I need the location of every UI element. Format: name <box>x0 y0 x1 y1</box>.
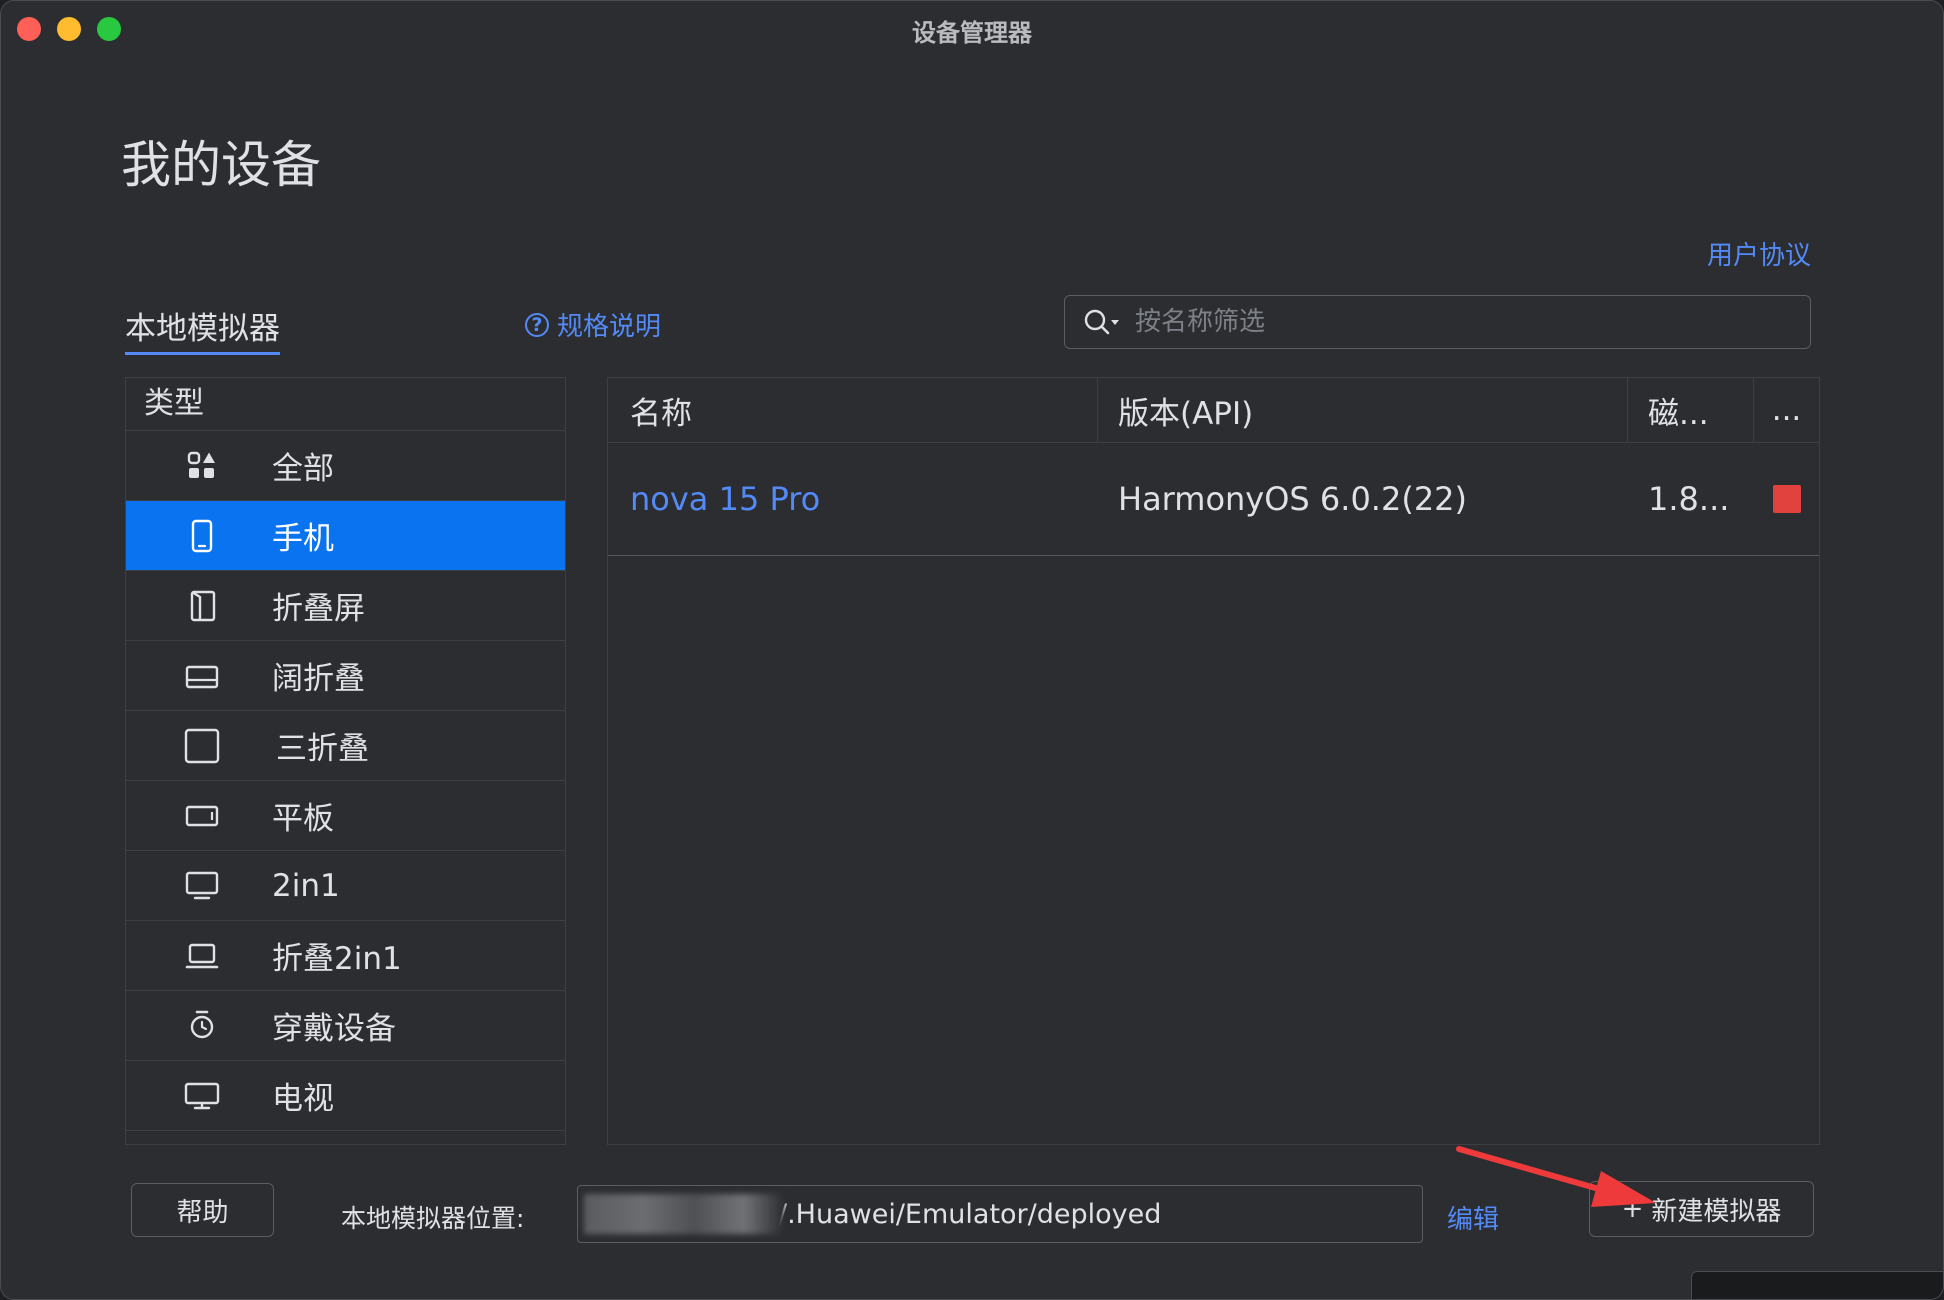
wide-fold-icon <box>182 662 222 690</box>
type-item-wide-fold[interactable]: 阔折叠 <box>126 641 565 711</box>
device-name-link[interactable]: nova 15 Pro <box>608 480 1098 518</box>
search-box[interactable] <box>1064 295 1811 349</box>
column-header-version[interactable]: 版本(API) <box>1098 378 1628 442</box>
type-item-tv[interactable]: 电视 <box>126 1061 565 1131</box>
device-disk: 1.8... <box>1648 480 1730 518</box>
tablet-icon <box>182 804 222 828</box>
device-type-panel: 类型 全部 手机 折叠屏 阔折叠 三折叠 平板 2in1 折叠2in1 穿戴设备… <box>125 377 566 1145</box>
type-item-2in1[interactable]: 2in1 <box>126 851 565 921</box>
type-item-label: 折叠屏 <box>272 591 365 627</box>
tab-local-emulator[interactable]: 本地模拟器 <box>125 303 280 355</box>
column-header-name[interactable]: 名称 <box>608 378 1098 442</box>
device-table: 名称 版本(API) 磁... ... nova 15 Pro HarmonyO… <box>607 377 1820 1145</box>
user-agreement-link[interactable]: 用户协议 <box>1707 235 1811 272</box>
help-button[interactable]: 帮助 <box>131 1183 274 1237</box>
foldable-icon <box>182 590 222 622</box>
type-item-label: 平板 <box>272 801 334 837</box>
type-item-tri-fold[interactable]: 三折叠 <box>126 711 565 781</box>
type-item-foldable[interactable]: 折叠屏 <box>126 571 565 641</box>
type-header: 类型 <box>126 378 565 431</box>
tri-fold-icon <box>182 728 222 764</box>
type-item-wearable[interactable]: 穿戴设备 <box>126 991 565 1061</box>
location-label: 本地模拟器位置: <box>341 1204 525 1233</box>
table-row[interactable]: nova 15 Pro HarmonyOS 6.0.2(22) 1.8... <box>608 443 1819 556</box>
spec-link-label: 规格说明 <box>557 312 662 342</box>
type-item-tablet[interactable]: 平板 <box>126 781 565 851</box>
type-item-phone[interactable]: 手机 <box>126 501 565 571</box>
help-circle-icon: ? <box>525 312 549 337</box>
device-version: HarmonyOS 6.0.2(22) <box>1118 480 1468 518</box>
column-header-more[interactable]: ... <box>1754 378 1819 442</box>
stop-icon[interactable] <box>1772 485 1801 513</box>
type-item-label: 电视 <box>272 1081 334 1117</box>
monitor-icon <box>182 871 222 901</box>
search-icon <box>1083 307 1121 337</box>
device-manager-window: 设备管理器 我的设备 用户协议 本地模拟器 ? 规格说明 类型 <box>0 0 1944 1300</box>
type-item-label: 全部 <box>272 451 334 487</box>
location-path-text: /.Huawei/Emulator/deployed <box>778 1198 1162 1230</box>
type-item-label: 手机 <box>272 521 334 557</box>
spec-link[interactable]: ? 规格说明 <box>525 306 661 343</box>
type-item-all[interactable]: 全部 <box>126 431 565 501</box>
type-item-label: 2in1 <box>272 867 340 904</box>
type-item-label: 三折叠 <box>276 731 369 767</box>
window-title: 设备管理器 <box>912 19 1032 47</box>
title-bar: 设备管理器 <box>1 1 1943 55</box>
type-item-label: 阔折叠 <box>272 661 365 697</box>
column-header-disk[interactable]: 磁... <box>1628 378 1754 442</box>
all-grid-icon <box>182 451 222 481</box>
table-header: 名称 版本(API) 磁... ... <box>608 378 1819 443</box>
type-item-fold-2in1[interactable]: 折叠2in1 <box>126 921 565 991</box>
page-title: 我的设备 <box>121 136 321 194</box>
type-item-label: 折叠2in1 <box>272 941 402 977</box>
type-item-label: 穿戴设备 <box>272 1011 396 1047</box>
device-action <box>1754 485 1819 513</box>
search-input[interactable] <box>1133 306 1810 338</box>
phone-icon <box>182 519 222 553</box>
annotation-arrow-icon <box>1456 1146 1656 1207</box>
location-field: /.Huawei/Emulator/deployed <box>577 1185 1423 1243</box>
laptop-icon <box>182 942 222 970</box>
tooltip-popup-edge <box>1691 1271 1943 1299</box>
watch-icon <box>182 1008 222 1044</box>
redacted-path-blur <box>584 1194 784 1234</box>
tv-icon <box>182 1081 222 1111</box>
